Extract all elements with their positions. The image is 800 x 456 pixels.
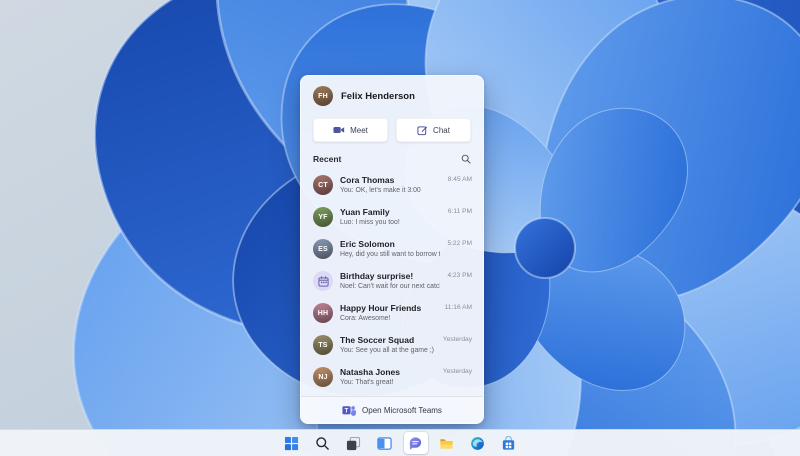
conversation-name: Cora Thomas: [340, 175, 395, 185]
conversation-preview: Noel: Can't wait for our next catch up!: [340, 283, 440, 290]
user-avatar[interactable]: FH: [313, 86, 333, 106]
edge-icon: [471, 436, 484, 450]
conversation-row[interactable]: CT Cora Thomas You: OK, let's make it 3:00…: [301, 170, 483, 202]
conversation-row[interactable]: NJ Natasha Jones You: That's great! Yesterd…: [301, 362, 483, 394]
task-view-icon: [346, 436, 361, 450]
recent-row: Recent: [301, 144, 483, 168]
search-button[interactable]: [311, 432, 335, 454]
conversation-list: CT Cora Thomas You: OK, let's make it 3:00…: [301, 168, 483, 396]
conversation-row[interactable]: HH Happy Hour Friends Cora: Awesome! 11:16 …: [301, 298, 483, 330]
open-teams-label: Open Microsoft Teams: [362, 405, 442, 415]
search-icon: [316, 436, 329, 450]
recent-label: Recent: [313, 154, 342, 164]
conversation-timestamp: 4:23 PM: [447, 272, 472, 279]
conversation-preview: Cora: Awesome!: [340, 315, 391, 322]
edge-button[interactable]: [466, 432, 490, 454]
conversation-avatar: YF: [313, 207, 333, 227]
meet-button[interactable]: Meet: [313, 118, 388, 142]
conversation-preview: You: That's great!: [340, 379, 394, 386]
desktop: FH Felix Henderson Meet Chat Recent CT C…: [0, 0, 800, 456]
conversation-name: The Soccer Squad: [340, 335, 415, 345]
conversation-timestamp: 8:45 AM: [447, 176, 472, 183]
microsoft-teams-icon: T: [342, 406, 356, 416]
user-name: Felix Henderson: [341, 90, 415, 102]
open-teams-button[interactable]: T Open Microsoft Teams: [301, 396, 483, 423]
conversation-timestamp: Yesterday: [442, 368, 472, 375]
conversation-avatar: CT: [313, 175, 333, 195]
taskbar: [0, 429, 800, 456]
video-camera-icon: [333, 127, 345, 133]
conversation-timestamp: 6:11 PM: [447, 208, 472, 215]
conversation-avatar: HH: [313, 303, 333, 323]
start-icon: [284, 436, 299, 450]
search-icon[interactable]: [461, 154, 471, 164]
chat-button[interactable]: Chat: [396, 118, 471, 142]
calendar-icon: [317, 275, 329, 287]
conversation-avatar: TS: [313, 335, 333, 355]
conversation-preview: You: OK, let's make it 3:00: [340, 187, 421, 194]
conversation-row[interactable]: ES Eric Solomon Hey, did you still want to…: [301, 234, 483, 266]
meet-button-label: Meet: [350, 125, 368, 135]
flyout-header: FH Felix Henderson: [301, 76, 483, 112]
conversation-name: Natasha Jones: [340, 367, 400, 377]
conversation-preview: Luo: I miss you too!: [340, 219, 400, 226]
chat-button-label: Chat: [433, 125, 450, 135]
conversation-avatar: NJ: [313, 367, 333, 387]
conversation-preview: Hey, did you still want to borrow the no…: [340, 251, 440, 258]
conversation-row[interactable]: TS The Soccer Squad You: See you all at th…: [301, 330, 483, 362]
start-button[interactable]: [280, 432, 304, 454]
svg-text:T: T: [345, 407, 349, 414]
conversation-avatar: ES: [313, 239, 333, 259]
file-explorer-button[interactable]: [435, 432, 459, 454]
conversation-timestamp: 5:22 PM: [447, 240, 472, 247]
action-row: Meet Chat: [301, 112, 483, 144]
conversation-name: Happy Hour Friends: [340, 303, 422, 313]
compose-chat-icon: [417, 125, 428, 135]
teams-chat-flyout: FH Felix Henderson Meet Chat Recent CT C…: [300, 75, 484, 424]
conversation-timestamp: 11:16 AM: [444, 304, 472, 311]
microsoft-store-icon: [502, 435, 515, 450]
conversation-row[interactable]: YF Yuan Family Luo: I miss you too! 6:11 PM: [301, 202, 483, 234]
conversation-name: Eric Solomon: [340, 239, 395, 249]
task-view-button[interactable]: [342, 432, 366, 454]
conversation-name: Yuan Family: [340, 207, 390, 217]
teams-chat-icon: [409, 436, 422, 450]
calendar-avatar: [313, 271, 333, 291]
conversation-name: Birthday surprise!: [340, 271, 414, 281]
conversation-row[interactable]: Birthday surprise! Noel: Can't wait for o…: [301, 266, 483, 298]
widgets-button[interactable]: [373, 432, 397, 454]
conversation-preview: You: See you all at the game ;): [340, 347, 434, 354]
teams-chat-button[interactable]: [403, 432, 428, 454]
widgets-icon: [377, 436, 392, 450]
file-explorer-icon: [440, 438, 453, 449]
microsoft-store-button[interactable]: [497, 432, 521, 454]
conversation-timestamp: Yesterday: [442, 336, 472, 343]
